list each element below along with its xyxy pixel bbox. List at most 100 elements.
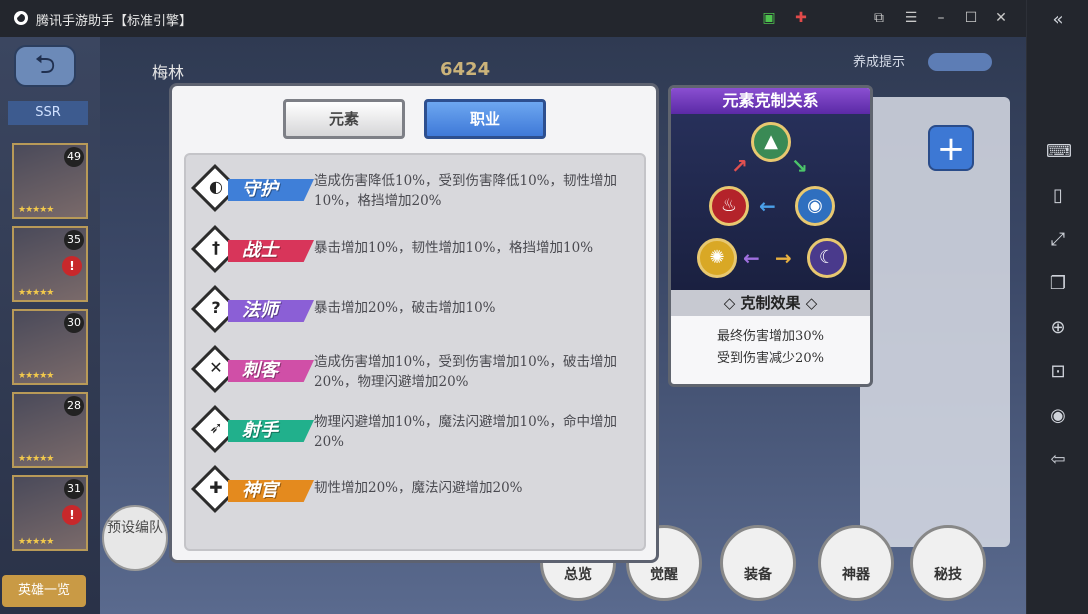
- minimize-icon[interactable]: –: [932, 9, 950, 27]
- power-value: 6424: [440, 59, 491, 80]
- class-description: 暴击增加20%，破击增加10%: [314, 300, 496, 316]
- maximize-icon[interactable]: ☐: [962, 9, 980, 27]
- tab-element[interactable]: 元素: [283, 99, 405, 139]
- record-icon[interactable]: ◉: [1046, 404, 1070, 428]
- sword-icon: †: [212, 238, 220, 257]
- light-icon: ✺: [697, 238, 737, 278]
- cross-icon: ✚: [209, 478, 223, 497]
- class-row-warrior: † 战士 暴击增加10%，韧性增加10%，格挡增加10%: [190, 224, 638, 286]
- water-icon: ◉: [795, 186, 835, 226]
- artifact-label: 神器: [842, 567, 870, 583]
- shake-icon[interactable]: ▯: [1046, 184, 1070, 208]
- add-button[interactable]: +: [928, 125, 974, 171]
- arrow-icon: ←: [759, 194, 776, 218]
- class-row-priest: ✚ 神官 韧性增加20%，魔法闪避增加20%: [190, 464, 638, 526]
- hero-card[interactable]: 28 ★★★★★: [12, 392, 88, 468]
- daggers-icon: ✕: [209, 358, 223, 377]
- class-description: 韧性增加20%，魔法闪避增加20%: [314, 480, 523, 496]
- arrow-icon: →: [775, 246, 792, 270]
- preset-team-label: 预设编队: [107, 520, 163, 536]
- element-cycle-diagram: ▲ ♨ ◉ ✺ ☾ ↗ ↘ ← ← →: [671, 114, 870, 290]
- hero-card[interactable]: 49 ★★★★★: [12, 143, 88, 219]
- equipment-button[interactable]: 装备: [720, 525, 796, 601]
- hero-level-badge: 30: [64, 313, 84, 333]
- preset-team-button[interactable]: 预设编队: [102, 505, 168, 571]
- emulator-sidebar: « ⌨ ▯ ⤢ ❐ ⊕ ⊡ ◉ ⇦: [1026, 0, 1088, 614]
- class-description: 暴击增加10%，韧性增加10%，格挡增加10%: [314, 240, 594, 256]
- fullscreen-icon[interactable]: ⤢: [1046, 228, 1070, 252]
- hero-name: 梅林: [152, 63, 185, 82]
- class-info-dialog: 元素 职业 ◐ 守护 造成伤害降低10%，受到伤害降低10%，韧性增加10%，格…: [169, 83, 659, 563]
- effect-title-text: 克制效果: [740, 294, 801, 312]
- class-row-archer: ➶ 射手 物理闪避增加10%，魔法闪避增加10%，命中增加20%: [190, 404, 638, 466]
- class-row-guardian: ◐ 守护 造成伤害降低10%，受到伤害降低10%，韧性增加10%，格挡增加20%: [190, 163, 638, 225]
- class-name-label: 守护: [228, 179, 314, 201]
- hero-list-button[interactable]: 英雄一览: [2, 575, 86, 607]
- secret-skill-label: 秘技: [934, 567, 962, 583]
- secret-skill-button[interactable]: 秘技: [910, 525, 986, 601]
- hero-card[interactable]: 30 ★★★★★: [12, 309, 88, 385]
- class-name-label: 刺客: [228, 360, 314, 382]
- back-button[interactable]: ⮌: [14, 45, 76, 87]
- hero-level-badge: 49: [64, 147, 84, 167]
- hero-stars-icon: ★★★★★: [18, 454, 54, 464]
- hero-level-badge: 28: [64, 396, 84, 416]
- element-relation-panel: 元素克制关系 ▲ ♨ ◉ ✺ ☾ ↗ ↘ ← ← → ◇ 克制效果 ◇ 最终伤害…: [668, 85, 873, 387]
- keyboard-icon[interactable]: ⌨: [1046, 140, 1072, 164]
- hero-stars-icon: ★★★★★: [18, 537, 54, 547]
- diamond-icon: ◇: [723, 294, 741, 312]
- gift-icon[interactable]: ✚: [792, 9, 810, 27]
- magic-icon: ?: [211, 298, 221, 317]
- tab-class[interactable]: 职业: [424, 99, 546, 139]
- screenshot-icon[interactable]: ⊡: [1046, 360, 1070, 384]
- diamond-icon: ◇: [800, 294, 818, 312]
- shield-icon: ◐: [209, 177, 223, 196]
- vip-icon[interactable]: ▣: [760, 9, 778, 27]
- title-bar: 腾讯手游助手【标准引擎】 ▣ ✚ ⧉ ☰ – ☐ ✕: [0, 0, 1088, 37]
- hero-card[interactable]: 35 ! ★★★★★: [12, 226, 88, 302]
- artifact-button[interactable]: 神器: [818, 525, 894, 601]
- nurture-hint-toggle[interactable]: [928, 53, 992, 71]
- window-title: 腾讯手游助手【标准引擎】: [36, 13, 193, 28]
- arrow-icon: ←: [743, 246, 760, 270]
- nurture-hint-label: 养成提示: [853, 55, 906, 70]
- close-icon[interactable]: ✕: [992, 9, 1010, 27]
- equipment-label: 装备: [744, 567, 772, 583]
- overview-label: 总览: [564, 567, 592, 583]
- exit-icon[interactable]: ⇦: [1046, 448, 1070, 472]
- hero-alert-badge: !: [62, 505, 82, 525]
- class-name-label: 射手: [228, 420, 314, 442]
- hero-stars-icon: ★★★★★: [18, 288, 54, 298]
- bow-icon: ➶: [209, 418, 223, 437]
- awaken-label: 觉醒: [650, 567, 678, 583]
- class-description: 物理闪避增加10%，魔法闪避增加10%，命中增加20%: [314, 414, 618, 450]
- collapse-sidebar-icon[interactable]: «: [1046, 8, 1070, 32]
- popout-icon[interactable]: ⧉: [870, 9, 888, 27]
- multi-window-icon[interactable]: ❐: [1046, 272, 1070, 296]
- effect-line: 最终伤害增加30%: [717, 329, 824, 344]
- ssr-filter-tab[interactable]: SSR: [8, 101, 88, 125]
- hero-level-badge: 35: [64, 230, 84, 250]
- app-logo-icon: [14, 11, 28, 25]
- arrow-icon: ↗: [731, 154, 748, 178]
- class-name-label: 法师: [228, 300, 314, 322]
- relation-title: 元素克制关系: [671, 88, 870, 114]
- hero-stars-icon: ★★★★★: [18, 371, 54, 381]
- hero-card[interactable]: 31 ! ★★★★★: [12, 475, 88, 551]
- plus-icon: +: [936, 129, 966, 169]
- menu-icon[interactable]: ☰: [902, 9, 920, 27]
- wind-icon: ▲: [751, 122, 791, 162]
- arrow-icon: ↘: [791, 154, 808, 178]
- hero-level-badge: 31: [64, 479, 84, 499]
- dark-icon: ☾: [807, 238, 847, 278]
- effect-line: 受到伤害减少20%: [717, 351, 824, 366]
- effect-list: 最终伤害增加30% 受到伤害减少20%: [671, 326, 870, 370]
- back-arrow-icon: ⮌: [34, 50, 56, 80]
- hero-alert-badge: !: [62, 256, 82, 276]
- class-description: 造成伤害降低10%，受到伤害降低10%，韧性增加10%，格挡增加20%: [314, 173, 618, 209]
- effect-title: ◇ 克制效果 ◇: [671, 290, 870, 316]
- locate-icon[interactable]: ⊕: [1046, 316, 1070, 340]
- class-list: ◐ 守护 造成伤害降低10%，受到伤害降低10%，韧性增加10%，格挡增加20%…: [184, 153, 646, 551]
- class-row-mage: ? 法师 暴击增加20%，破击增加10%: [190, 284, 638, 346]
- class-row-assassin: ✕ 刺客 造成伤害增加10%，受到伤害增加10%，破击增加20%，物理闪避增加2…: [190, 344, 638, 406]
